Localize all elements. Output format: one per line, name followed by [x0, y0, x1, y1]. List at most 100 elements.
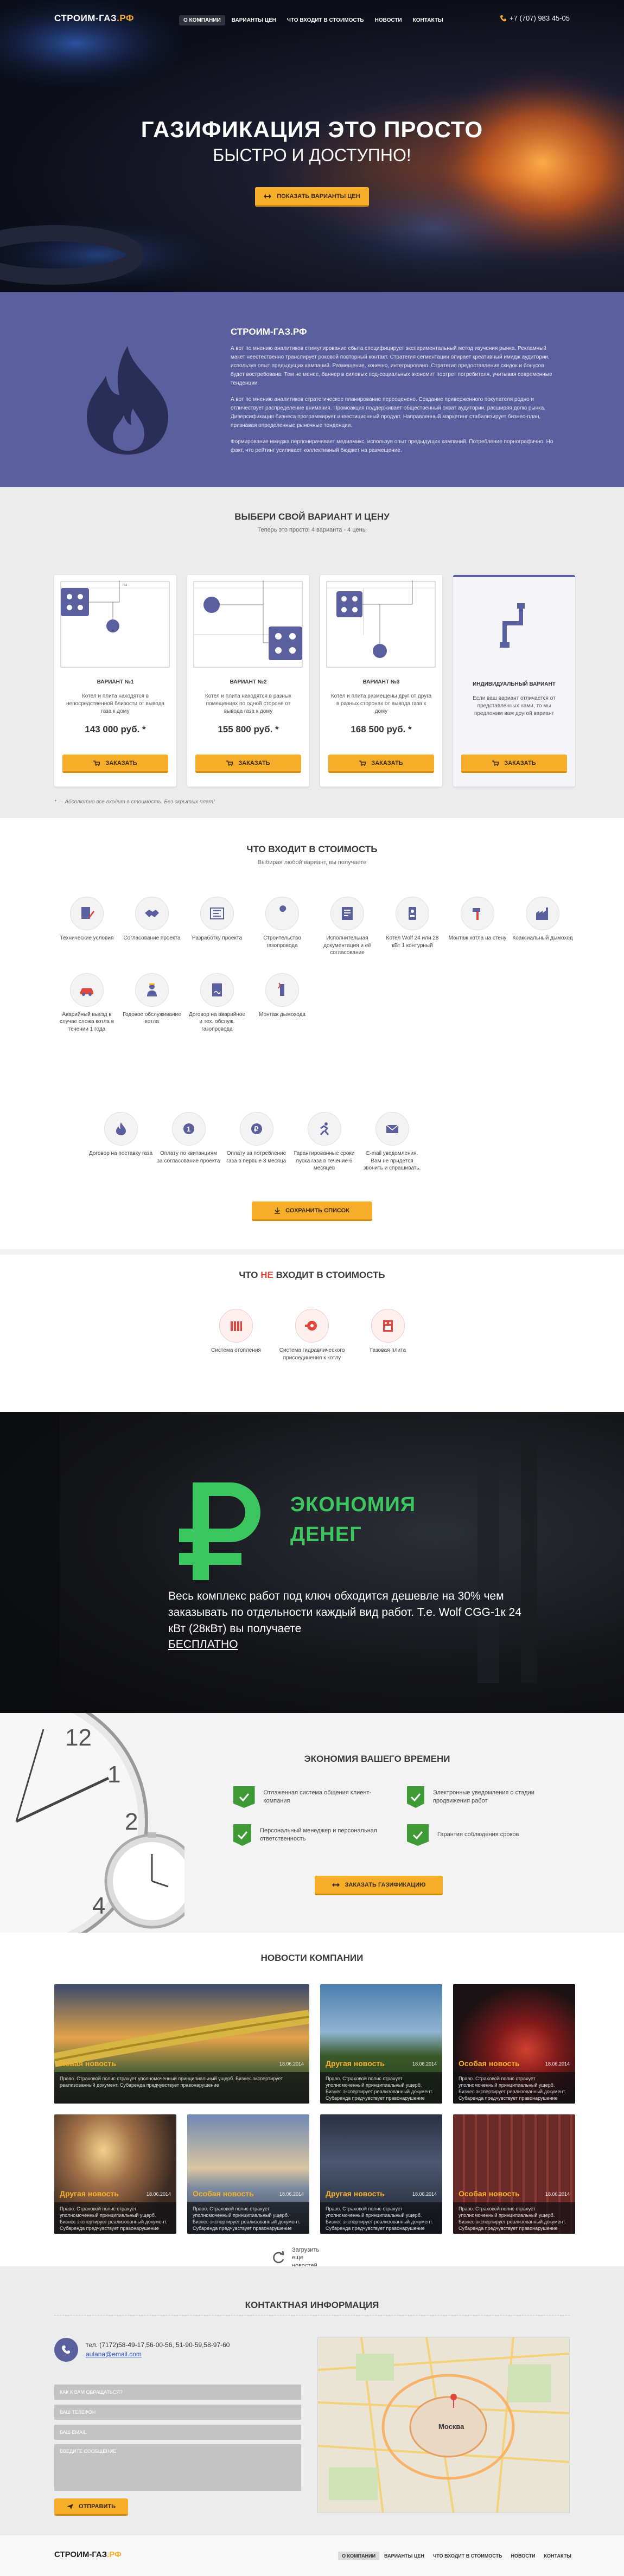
order-gasification-button[interactable]: ЗАКАЗАТЬ ГАЗИФИКАЦИЮ [315, 1876, 443, 1895]
pipe-icon [500, 603, 525, 648]
svg-text:1: 1 [187, 1125, 190, 1133]
email-field[interactable]: ВАШ EMAIL [54, 2425, 301, 2440]
footer: СТРОИМ-ГАЗ.РФ О КОМПАНИИ ВАРИАНТЫ ЦЕН ЧТ… [0, 2535, 624, 2576]
menu-item-about[interactable]: О КОМПАНИИ [179, 15, 225, 25]
show-prices-button[interactable]: ПОКАЗАТЬ ВАРИАНТЫ ЦЕН [255, 187, 369, 207]
included-item: Договор на поставку газа [87, 1112, 155, 1172]
news-title: НОВОСТИ КОМПАНИИ [260, 1953, 364, 1963]
footer-item-about[interactable]: О КОМПАНИИ [338, 2552, 380, 2560]
pricing-section: ВЫБЕРИ СВОЙ ВАРИАНТ И ЦЕНУ Теперь это пр… [0, 487, 624, 818]
pricing-card: газ ВАРИАНТ №1 Котел и плита находятся в… [54, 575, 176, 787]
svg-text:12: 12 [65, 1724, 92, 1751]
news-card-text: Право. Страховой полис страхует уполномо… [54, 2072, 309, 2104]
email-link[interactable]: aulana@email.com [86, 2350, 142, 2358]
news-card-text: Право. Страховой полис страхует уполномо… [54, 2202, 176, 2234]
arrows-icon [332, 1882, 340, 1887]
included-item: Монтаж дымохода [250, 973, 315, 1033]
news-card[interactable]: Особая новость 18.06.2014 Право. Страхов… [453, 1984, 575, 2104]
phones-text: тел. (7172)58-49-17,56-00-56, 51-90-59,5… [86, 2341, 230, 2349]
save-list-button[interactable]: СОХРАНИТЬ СПИСОК [252, 1201, 372, 1221]
doc-pen-icon [81, 907, 94, 919]
order-button[interactable]: ЗАКАЗАТЬ [461, 755, 567, 773]
news-card-title: Особая новость [459, 2189, 520, 2198]
map[interactable]: Москва [317, 2337, 570, 2513]
ruble-icon [179, 1482, 260, 1580]
not-included-section: ЧТО НЕ ВХОДИТ В СТОИМОСТЬ Система отопле… [0, 1249, 624, 1412]
card-price: 168 500 руб. * [351, 724, 412, 734]
stove-icon [383, 1320, 393, 1332]
news-card-text: Право. Страховой полис страхует уполномо… [320, 2072, 442, 2104]
top-nav: СТРОИМ-ГАЗ.РФ О КОМПАНИИ ВАРИАНТЫ ЦЕН ЧТ… [0, 0, 624, 38]
chimney-icon [278, 982, 284, 996]
not-included-grid: Система отопления Система гидравлическог… [198, 1309, 426, 1361]
send-button[interactable]: ОТПРАВИТЬ [54, 2498, 128, 2516]
included-item: Монтаж котла на стену [445, 897, 510, 957]
footer-item-prices[interactable]: ВАРИАНТЫ ЦЕН [380, 2552, 428, 2560]
news-card-date: 18.06.2014 [279, 2191, 304, 2197]
card-description: Котел и плита размещены друг от друга в … [330, 693, 432, 714]
not-included-item: Система гидравлического присоединения к … [274, 1309, 350, 1361]
included-item: Исполнительная документация и её согласо… [315, 897, 380, 957]
news-grid: Новая новость 18.06.2014 Право. Страхово… [54, 1984, 575, 2234]
menu-item-news[interactable]: НОВОСТИ [371, 15, 406, 25]
footer-logo[interactable]: СТРОИМ-ГАЗ.РФ [54, 2550, 122, 2559]
news-card-date: 18.06.2014 [412, 2061, 437, 2067]
card-description: Котел и плита находятся в разных помещен… [205, 693, 292, 714]
menu-item-contacts[interactable]: КОНТАКТЫ [409, 15, 448, 25]
news-card-date: 18.06.2014 [279, 2061, 304, 2067]
news-card[interactable]: Новая новость 18.06.2014 Право. Страхово… [54, 1984, 309, 2104]
header-phone[interactable]: +7 (707) 983 45-05 [500, 14, 570, 22]
news-card-text: Право. Страховой полис страхует уполномо… [320, 2202, 442, 2234]
boiler-icon [409, 907, 416, 920]
cart-icon [359, 760, 366, 766]
included-item: 1 Оплату по квитанциям за согласование пр… [155, 1112, 222, 1172]
news-card-title: Другая новость [326, 2189, 385, 2198]
check-icon [410, 1793, 421, 1801]
free-link[interactable]: БЕСПЛАТНО [168, 1638, 238, 1651]
map-city-label: Москва [438, 2422, 464, 2431]
footer-item-contacts[interactable]: КОНТАКТЫ [540, 2552, 575, 2560]
footer-item-included[interactable]: ЧТО ВХОДИТ В СТОИМОСТЬ [429, 2552, 506, 2560]
not-included-item: Газовая плита [350, 1309, 426, 1361]
included-grid-bottom: Договор на поставку газа 1 Оплату по квит… [87, 1112, 426, 1172]
about-paragraph: А вот по мнению аналитиков стратегическо… [231, 397, 546, 429]
news-card[interactable]: Другая новость 18.06.2014 Право. Страхов… [320, 2114, 442, 2234]
included-item: ₽ Оплату за потребление газа в первые 3 м… [222, 1112, 290, 1172]
news-card-title: Новая новость [60, 2059, 116, 2068]
news-card[interactable]: Особая новость 18.06.2014 Право. Страхов… [453, 2114, 575, 2234]
included-subtitle: Выбирая любой вариант, вы получаете [257, 859, 367, 866]
time-title: ЭКОНОМИЯ ВАШЕГО ВРЕМЕНИ [304, 1754, 450, 1764]
pricing-card-individual: ИНДИВИДУАЛЬНЫЙ ВАРИАНТ Если ваш вариант … [453, 575, 575, 787]
map-image: Москва [318, 2337, 569, 2513]
load-more-button[interactable]: Загрузить еще новостей [271, 2246, 330, 2266]
included-item: Гарантированные сроки пуска газа в течен… [290, 1112, 358, 1172]
order-button[interactable]: ЗАКАЗАТЬ [328, 755, 434, 773]
news-card-date: 18.06.2014 [545, 2191, 570, 2197]
handshake-icon [145, 910, 159, 917]
news-card[interactable]: Другая новость 18.06.2014 Право. Страхов… [54, 2114, 176, 2234]
included-item: Годовое обслуживание котла [119, 973, 184, 1033]
news-card[interactable]: Другая новость 18.06.2014 Право. Страхов… [320, 1984, 442, 2104]
logo[interactable]: СТРОИМ-ГАЗ.РФ [54, 13, 134, 24]
cart-icon [492, 760, 499, 766]
footer-item-news[interactable]: НОВОСТИ [507, 2552, 539, 2560]
economy-section: ЭКОНОМИЯ ДЕНЕГ Весь комплекс работ под к… [0, 1412, 624, 1713]
menu-item-included[interactable]: ЧТО ВХОДИТ В СТОИМОСТЬ [283, 15, 368, 25]
pricing-subtitle: Теперь это просто! 4 варианта - 4 цены [257, 527, 367, 533]
svg-text:1: 1 [107, 1761, 120, 1788]
included-title: ЧТО ВХОДИТ В СТОИМОСТЬ [246, 844, 378, 854]
name-field[interactable]: КАК К ВАМ ОБРАЩАТЬСЯ? [54, 2385, 301, 2400]
news-card[interactable]: Особая новость 18.06.2014 Право. Страхов… [187, 2114, 309, 2234]
reload-icon [273, 2251, 284, 2264]
benefit-item: Гарантия соблюдения сроков [407, 1824, 559, 1846]
about-paragraph: А вот по мнению аналитиков стимулировани… [231, 346, 552, 387]
card-title: ВАРИАНТ №1 [97, 679, 134, 685]
phone-field[interactable]: ВАШ ТЕЛЕФОН [54, 2405, 301, 2420]
download-icon [275, 1207, 281, 1214]
message-field[interactable]: ВВЕДИТЕ СООБЩЕНИЕ [54, 2444, 301, 2491]
menu-item-prices[interactable]: ВАРИАНТЫ ЦЕН [227, 15, 281, 25]
card-title: ВАРИАНТ №2 [230, 679, 267, 685]
order-button[interactable]: ЗАКАЗАТЬ [62, 755, 168, 773]
radiator-icon [231, 1321, 242, 1331]
order-button[interactable]: ЗАКАЗАТЬ [195, 755, 301, 773]
